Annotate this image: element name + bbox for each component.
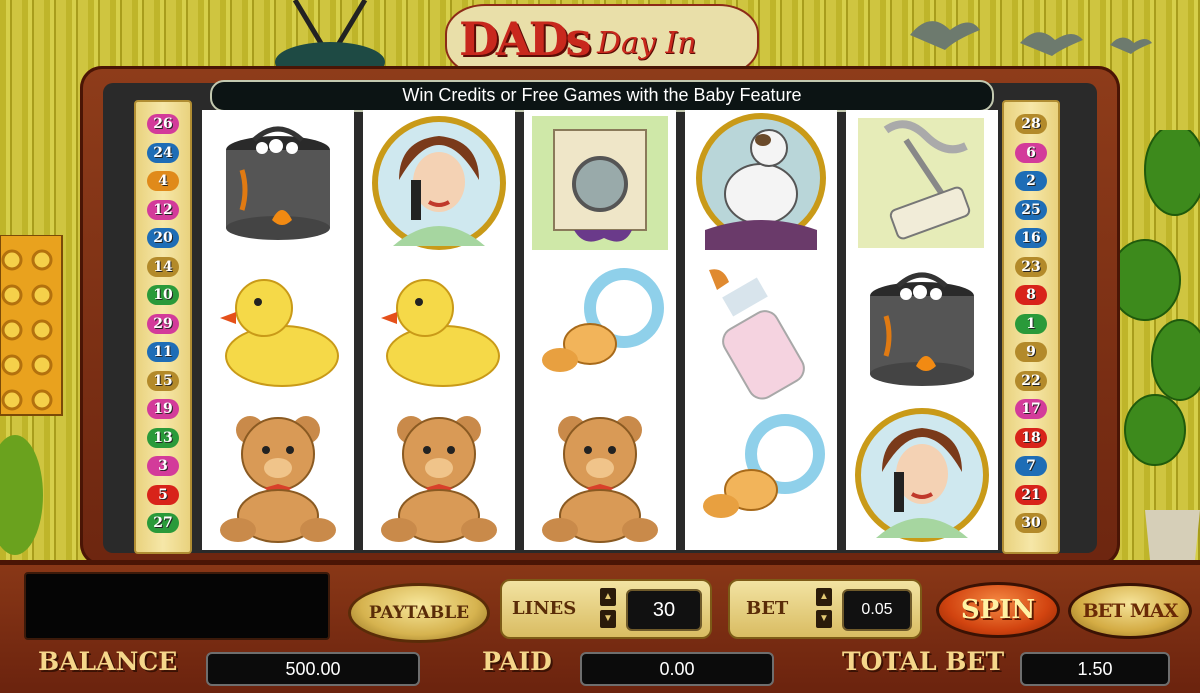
pacifier-icon: [685, 402, 837, 548]
flying-ducks-icon: [910, 21, 1152, 56]
payline-number[interactable]: 8: [1015, 285, 1047, 305]
balance-label: BALANCE: [38, 647, 178, 676]
payline-number[interactable]: 16: [1015, 228, 1047, 248]
reel-2: [363, 110, 515, 550]
burning-pot-icon: [202, 110, 354, 256]
payline-number[interactable]: 28: [1015, 114, 1047, 134]
payline-number[interactable]: 29: [147, 313, 179, 334]
lines-up-button[interactable]: ▲: [600, 588, 616, 606]
teddy-bear-icon: [202, 402, 354, 548]
pacifier-icon: [524, 256, 676, 402]
total-bet-label: TOTAL BET: [842, 647, 1005, 676]
lines-down-button[interactable]: ▼: [600, 610, 616, 628]
payline-number[interactable]: 20: [147, 228, 179, 248]
payline-number[interactable]: 4: [147, 171, 179, 191]
reel-4: [685, 110, 837, 550]
payline-number[interactable]: 7: [1015, 456, 1047, 476]
payline-number[interactable]: 5: [147, 484, 179, 505]
payline-number[interactable]: 17: [1015, 399, 1047, 419]
balance-value: 500.00: [206, 652, 420, 686]
feature-banner: Win Credits or Free Games with the Baby …: [210, 80, 994, 112]
payline-number[interactable]: 26: [147, 114, 179, 134]
paid-value: 0.00: [580, 652, 774, 686]
payline-number[interactable]: 22: [1015, 370, 1047, 391]
teddy-bear-icon: [524, 402, 676, 548]
lines-arrows: ▲ ▼: [600, 588, 616, 630]
bet-value: 0.05: [842, 589, 912, 631]
bet-max-button[interactable]: BET MAX: [1068, 583, 1192, 639]
payline-number[interactable]: 9: [1015, 342, 1047, 362]
payline-number[interactable]: 6: [1015, 142, 1047, 163]
payline-number[interactable]: 25: [1015, 199, 1047, 220]
payline-number[interactable]: 21: [1015, 484, 1047, 505]
lines-selector: LINES ▲ ▼ 30: [500, 579, 712, 639]
logo-title-script: Day In: [597, 26, 697, 61]
payline-numbers-right: 28 6 2 25 16 23 8 1 9 22 17 18 7 21 30: [1002, 100, 1060, 554]
reel-5: [846, 110, 998, 550]
bet-selector: BET ▲ ▼ 0.05: [728, 579, 922, 639]
payline-number[interactable]: 19: [147, 399, 179, 419]
payline-number[interactable]: 24: [147, 142, 179, 163]
paid-label: PAID: [482, 647, 552, 676]
potted-plant-icon: [1115, 130, 1200, 560]
payline-number[interactable]: 15: [147, 370, 179, 391]
payline-number[interactable]: 23: [1015, 256, 1047, 277]
dog-with-clothes-icon: [685, 110, 837, 256]
message-display: [24, 572, 330, 640]
payline-number[interactable]: 13: [147, 427, 179, 448]
payline-numbers-left: 26 24 4 12 20 14 10 29 11 15 19 13 3 5 27: [134, 100, 192, 554]
reels-area: [202, 110, 998, 550]
payline-number[interactable]: 30: [1015, 513, 1047, 533]
bet-down-button[interactable]: ▼: [816, 610, 832, 628]
burning-pot-icon: [846, 256, 998, 402]
broken-washing-machine-icon: [524, 110, 676, 256]
lines-label: LINES: [512, 598, 577, 619]
reel-3: [524, 110, 676, 550]
teddy-bear-icon: [363, 402, 515, 548]
tv-antenna-icon: [275, 0, 385, 70]
mom-on-phone-icon: [363, 110, 515, 256]
spin-button[interactable]: SPIN: [936, 582, 1060, 638]
bet-label: BET: [746, 598, 789, 619]
lines-value: 30: [626, 589, 702, 631]
bet-up-button[interactable]: ▲: [816, 588, 832, 606]
payline-number[interactable]: 12: [147, 199, 179, 220]
rubber-duck-icon: [202, 256, 354, 402]
payline-number[interactable]: 2: [1015, 171, 1047, 191]
payline-number[interactable]: 14: [147, 256, 179, 277]
payline-number[interactable]: 11: [147, 342, 179, 362]
rubber-duck-icon: [363, 256, 515, 402]
payline-number[interactable]: 1: [1015, 313, 1047, 334]
logo-title-main: DADs: [459, 12, 591, 66]
payline-number[interactable]: 3: [147, 456, 179, 476]
vacuum-cleaner-icon: [846, 110, 998, 256]
bet-arrows: ▲ ▼: [816, 588, 832, 630]
baby-bottle-icon: [685, 256, 837, 402]
lamp-icon: [0, 235, 63, 555]
payline-number[interactable]: 18: [1015, 427, 1047, 448]
total-bet-value: 1.50: [1020, 652, 1170, 686]
mom-on-phone-icon: [846, 402, 998, 548]
payline-number[interactable]: 27: [147, 513, 179, 533]
paytable-button[interactable]: PAYTABLE: [348, 583, 490, 643]
reel-1: [202, 110, 354, 550]
payline-number[interactable]: 10: [147, 285, 179, 305]
